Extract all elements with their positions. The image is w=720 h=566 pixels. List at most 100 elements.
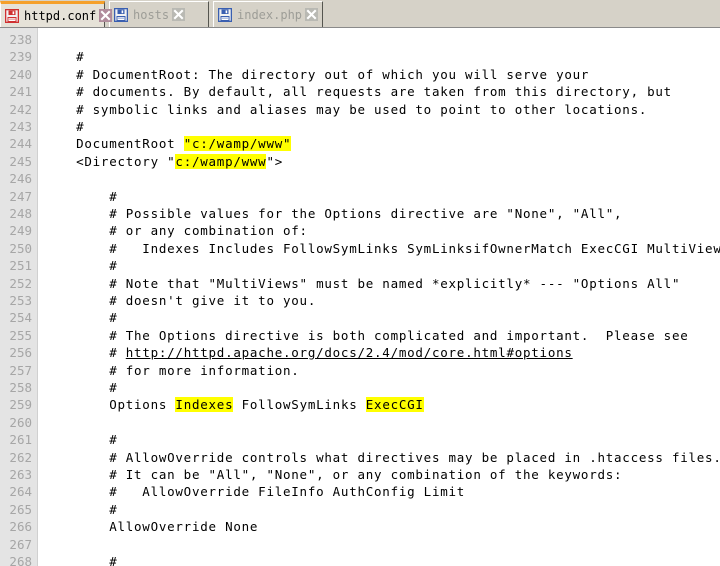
line-number: 239 — [9, 49, 32, 65]
code-line[interactable]: # — [43, 188, 117, 205]
tab-label: index.php — [237, 7, 303, 22]
code-line[interactable]: # — [43, 379, 117, 396]
line-number: 248 — [9, 206, 32, 221]
code-editor[interactable]: 238 239 240 241 242 243 244 245 246 247 248 249 250 2… — [0, 28, 720, 566]
line-number: 243 — [9, 119, 32, 134]
url-link[interactable]: http://httpd.apache.org/docs/2.4/mod/cor… — [126, 345, 573, 360]
line-number: 253 — [9, 293, 32, 308]
code-line[interactable]: # — [43, 431, 117, 448]
code-line[interactable]: # — [43, 553, 117, 566]
line-number: 251 — [9, 258, 32, 274]
code-text: # — [43, 345, 126, 361]
line-number: 268 — [9, 554, 32, 566]
code-text: # AllowOverride controls what directives… — [43, 449, 720, 465]
tab-index-php[interactable]: index.php — [213, 1, 323, 27]
code-text: # — [43, 380, 118, 395]
code-line[interactable]: # — [43, 309, 117, 326]
code-line[interactable]: AllowOverride None — [43, 518, 258, 535]
line-number: 255 — [9, 327, 32, 343]
floppy-disk-icon — [114, 7, 128, 22]
line-number: 240 — [9, 66, 32, 82]
line-number: 261 — [9, 432, 32, 448]
line-number: 266 — [9, 519, 32, 535]
line-number: 258 — [9, 380, 32, 395]
code-text: # — [43, 310, 118, 326]
highlighted-text: c:/wamp/www — [175, 153, 267, 169]
code-line[interactable]: # http://httpd.apache.org/docs/2.4/mod/c… — [43, 344, 573, 361]
code-line[interactable]: # or any combination of: — [43, 222, 308, 239]
code-line[interactable]: DocumentRoot "c:/wamp/www" — [43, 135, 292, 152]
code-text: # AllowOverride FileInfo AuthConfig Limi… — [43, 484, 466, 500]
tab-hosts[interactable]: hosts — [109, 1, 209, 27]
line-number: 256 — [9, 345, 32, 361]
code-text: # symbolic links and aliases may be used… — [43, 101, 648, 117]
code-text: Options — [43, 397, 176, 413]
code-text: # Note that "MultiViews" must be named *… — [43, 275, 681, 291]
code-line[interactable]: # AllowOverride FileInfo AuthConfig Limi… — [43, 483, 465, 500]
code-text: DocumentRoot — [43, 136, 184, 152]
line-number: 257 — [9, 362, 32, 378]
tab-label: hosts — [133, 7, 170, 22]
code-line[interactable]: # DocumentRoot: The directory out of whi… — [43, 66, 589, 83]
code-line[interactable]: # Possible values for the Options direct… — [43, 205, 622, 222]
highlighted-text: ExecCGI — [365, 397, 424, 413]
code-line[interactable]: # AllowOverride controls what directives… — [43, 449, 720, 466]
line-number: 247 — [9, 188, 32, 204]
code-text: # — [43, 119, 85, 134]
code-line[interactable]: <Directory "c:/wamp/www"> — [43, 153, 283, 170]
close-icon[interactable] — [98, 8, 113, 23]
line-number: 244 — [9, 136, 32, 152]
code-text: # doesn't give it to you. — [43, 293, 317, 308]
highlighted-text: "c:/wamp/www" — [183, 136, 292, 152]
line-number: 238 — [9, 32, 32, 47]
code-text: # The Options directive is both complica… — [43, 327, 689, 343]
code-line[interactable]: # — [43, 257, 117, 274]
line-number: 242 — [9, 101, 32, 117]
code-text: # It can be "All", "None", or any combin… — [43, 467, 623, 482]
code-text: # or any combination of: — [43, 223, 308, 239]
line-number: 264 — [9, 484, 32, 500]
code-text: AllowOverride None — [43, 519, 259, 535]
code-line[interactable]: Options Indexes FollowSymLinks ExecCGI — [43, 396, 424, 413]
line-number: 263 — [9, 467, 32, 482]
code-line[interactable]: # symbolic links and aliases may be used… — [43, 101, 647, 118]
code-text: <Directory " — [43, 153, 176, 169]
code-text: # Indexes Includes FollowSymLinks SymLin… — [43, 240, 720, 256]
code-text: FollowSymLinks — [233, 397, 366, 413]
code-line[interactable]: # documents. By default, all requests ar… — [43, 83, 672, 100]
code-text: # DocumentRoot: The directory out of whi… — [43, 66, 590, 82]
code-line[interactable]: # for more information. — [43, 362, 300, 379]
code-line[interactable]: # — [43, 118, 84, 135]
code-line[interactable]: # — [43, 501, 117, 518]
code-line[interactable]: # The Options directive is both complica… — [43, 327, 689, 344]
code-text: # — [43, 258, 118, 274]
code-text: "> — [266, 153, 284, 169]
tab-httpd-conf[interactable]: httpd.conf — [0, 1, 113, 27]
highlighted-text: Indexes — [175, 397, 234, 413]
line-number: 260 — [9, 414, 32, 430]
code-line[interactable]: # Note that "MultiViews" must be named *… — [43, 275, 680, 292]
code-text: # Possible values for the Options direct… — [43, 206, 623, 221]
line-number: 262 — [9, 449, 32, 465]
line-number: 249 — [9, 223, 32, 239]
code-line[interactable]: # doesn't give it to you. — [43, 292, 316, 309]
code-text: # — [43, 554, 118, 566]
code-text: # — [43, 501, 118, 517]
line-number: 265 — [9, 501, 32, 517]
code-text: # for more information. — [43, 362, 300, 378]
code-text-area[interactable]: # # DocumentRoot: The directory out of w… — [39, 28, 720, 566]
code-line[interactable]: # — [43, 48, 84, 65]
code-text: # — [43, 49, 85, 65]
close-icon[interactable] — [171, 7, 186, 22]
close-icon[interactable] — [304, 7, 319, 22]
code-line[interactable]: # It can be "All", "None", or any combin… — [43, 466, 622, 483]
line-number: 259 — [9, 397, 32, 413]
floppy-disk-icon — [218, 7, 232, 22]
code-text: # documents. By default, all requests ar… — [43, 84, 672, 100]
line-number: 245 — [9, 153, 32, 169]
code-text: # — [43, 188, 118, 204]
tab-label: httpd.conf — [24, 8, 97, 23]
line-number: 267 — [9, 536, 32, 552]
line-number: 254 — [9, 310, 32, 326]
code-line[interactable]: # Indexes Includes FollowSymLinks SymLin… — [43, 240, 720, 257]
